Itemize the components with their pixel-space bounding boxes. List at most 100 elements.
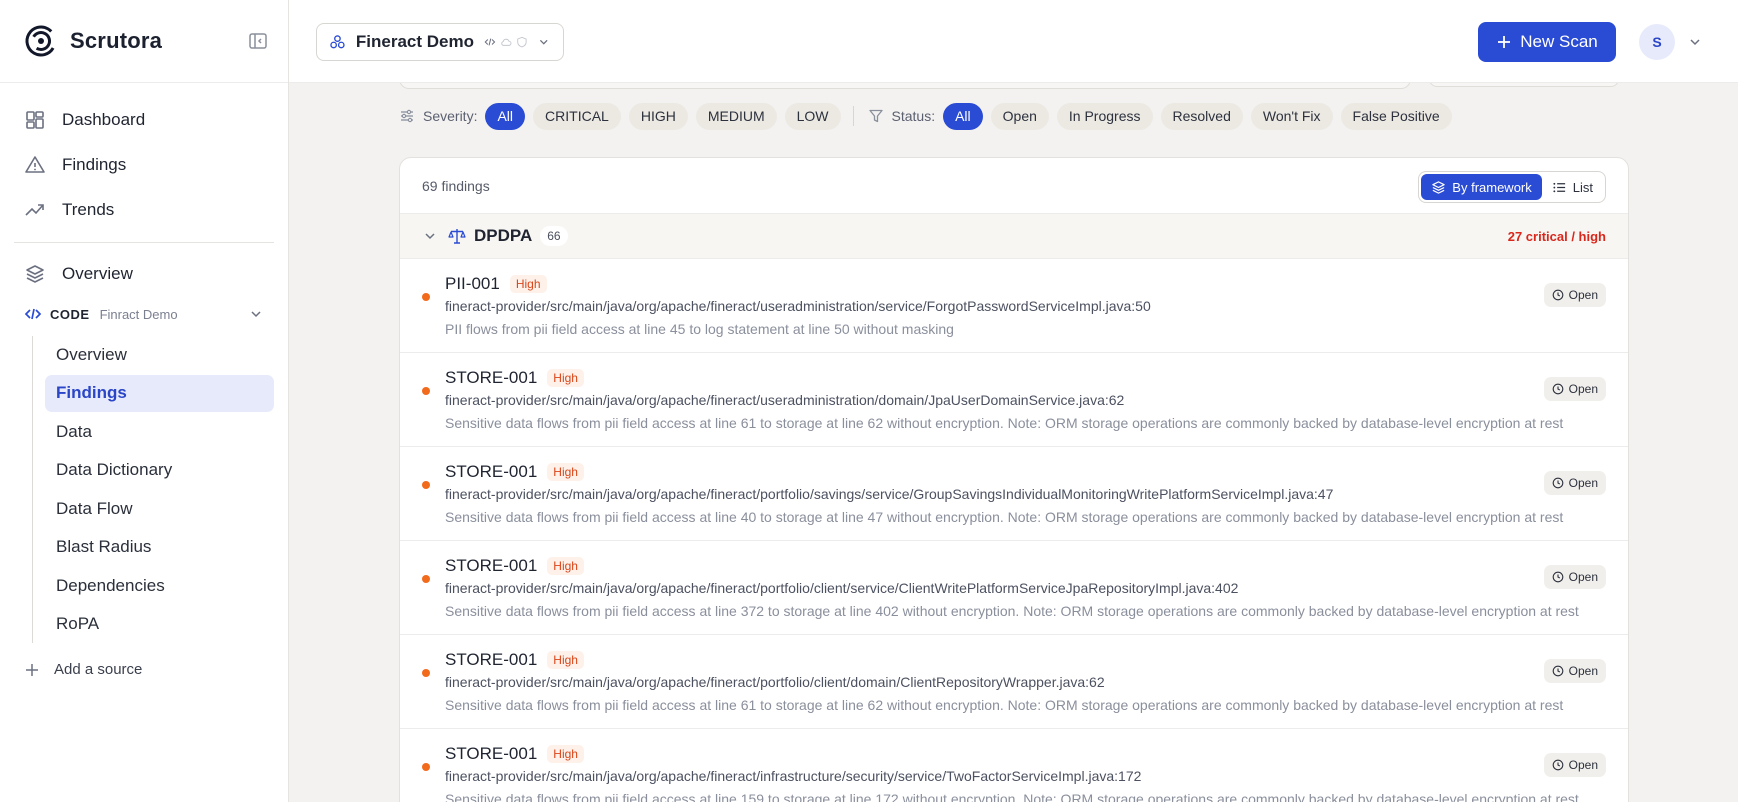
alert-triangle-icon <box>25 155 45 173</box>
chevron-down-icon[interactable] <box>422 228 438 244</box>
finding-path: fineract-provider/src/main/java/org/apac… <box>445 768 1142 784</box>
subnav-item-data-flow[interactable]: Data Flow <box>45 490 274 527</box>
new-scan-label: New Scan <box>1520 32 1598 51</box>
app-name: Scrutora <box>70 28 163 53</box>
clock-icon <box>1552 759 1563 771</box>
finding-description: Sensitive data flows from pii field acce… <box>445 697 1564 713</box>
source-code-row[interactable]: CODE Finract Demo <box>14 296 274 332</box>
status-badge[interactable]: Open <box>1543 565 1606 589</box>
plus-icon <box>26 663 38 676</box>
scrutora-logo-icon[interactable] <box>24 24 58 58</box>
source-name: Finract Demo <box>99 306 178 322</box>
filter-bar: Severity: All CRITICAL HIGH MEDIUM LOW S… <box>399 101 1460 131</box>
findings-header: 69 findings By framework List <box>400 158 1628 214</box>
finding-description: PII flows from pii field access at line … <box>445 321 954 337</box>
clock-icon <box>1552 477 1563 489</box>
search-input[interactable] <box>399 83 1411 89</box>
collapse-sidebar-icon[interactable] <box>248 31 268 51</box>
chevron-down-icon <box>540 39 549 45</box>
view-list-button[interactable]: List <box>1542 174 1603 200</box>
status-badge[interactable]: Open <box>1543 377 1606 401</box>
status-label: Open <box>1568 570 1598 584</box>
severity-chip-low[interactable]: LOW <box>784 102 841 130</box>
severity-badge: High <box>509 275 547 293</box>
finding-code: STORE-001 <box>445 556 538 575</box>
status-chip-wont-fix[interactable]: Won't Fix <box>1250 102 1333 130</box>
filter-select[interactable] <box>1429 83 1619 87</box>
finding-row[interactable]: STORE-001 High fineract-provider/src/mai… <box>400 541 1628 635</box>
main-content: Severity: All CRITICAL HIGH MEDIUM LOW S… <box>289 83 1738 802</box>
code-icon <box>24 308 42 320</box>
finding-description: Sensitive data flows from pii field acce… <box>445 415 1564 431</box>
findings-card: 69 findings By framework List DPDPA 66 2… <box>399 157 1629 802</box>
view-label: List <box>1572 179 1593 195</box>
severity-chip-high[interactable]: HIGH <box>628 102 688 130</box>
finding-row[interactable]: STORE-001 High fineract-provider/src/mai… <box>400 635 1628 729</box>
new-scan-button[interactable]: New Scan <box>1478 22 1616 62</box>
framework-count-badge: 66 <box>540 226 568 246</box>
subnav-item-data[interactable]: Data <box>45 413 274 450</box>
source-subnav: Overview Findings Data Data Dictionary D… <box>32 336 274 643</box>
status-chip-all[interactable]: All <box>943 102 983 130</box>
finding-code: STORE-001 <box>445 462 538 481</box>
finding-description: Sensitive data flows from pii field acce… <box>445 791 1579 802</box>
nav-label: Findings <box>62 154 127 174</box>
subnav-item-data-dictionary[interactable]: Data Dictionary <box>45 452 274 489</box>
status-chip-in-progress[interactable]: In Progress <box>1056 102 1153 130</box>
severity-chip-critical[interactable]: CRITICAL <box>533 102 621 130</box>
status-badge[interactable]: Open <box>1543 753 1606 777</box>
finding-description: Sensitive data flows from pii field acce… <box>445 603 1579 619</box>
filter-separator <box>852 106 854 126</box>
nav-item-trends[interactable]: Trends <box>14 187 274 232</box>
subnav-item-dependencies[interactable]: Dependencies <box>45 567 274 604</box>
view-by-framework-button[interactable]: By framework <box>1421 174 1542 200</box>
subnav-item-findings[interactable]: Findings <box>45 374 274 412</box>
nav-item-findings[interactable]: Findings <box>14 142 274 187</box>
project-selector[interactable]: Fineract Demo <box>316 23 564 61</box>
sidebar: Scrutora Dashboard Findings Trends Overv… <box>0 0 289 802</box>
chevron-down-icon[interactable] <box>1687 34 1703 50</box>
framework-group-header[interactable]: DPDPA 66 27 critical / high <box>400 214 1628 259</box>
nav-item-overview[interactable]: Overview <box>14 251 274 296</box>
subnav-item-blast-radius[interactable]: Blast Radius <box>45 529 274 566</box>
finding-row[interactable]: STORE-001 High fineract-provider/src/mai… <box>400 729 1628 802</box>
topbar: Fineract Demo New Scan S <box>289 0 1738 83</box>
scale-icon <box>448 229 466 244</box>
finding-path: fineract-provider/src/main/java/org/apac… <box>445 486 1334 502</box>
status-label: Open <box>1568 382 1598 396</box>
subnav-item-ropa[interactable]: RoPA <box>45 606 274 643</box>
severity-chip-medium[interactable]: MEDIUM <box>695 102 777 130</box>
status-badge[interactable]: Open <box>1543 659 1606 683</box>
view-label: By framework <box>1452 179 1532 195</box>
status-badge[interactable]: Open <box>1543 283 1606 307</box>
status-chip-false-positive[interactable]: False Positive <box>1340 102 1452 130</box>
status-label: Open <box>1568 664 1598 678</box>
main-nav: Dashboard Findings Trends Overview CODE … <box>0 83 288 687</box>
chevron-down-icon[interactable] <box>248 306 264 322</box>
add-source-button[interactable]: Add a source <box>14 653 274 687</box>
severity-chip-all[interactable]: All <box>485 102 526 130</box>
trend-up-icon <box>25 203 44 216</box>
view-toggle: By framework List <box>1418 171 1606 203</box>
status-label: Status: <box>891 108 936 124</box>
finding-row[interactable]: PII-001 High fineract-provider/src/main/… <box>400 259 1628 353</box>
shield-icon <box>516 36 527 48</box>
findings-count: 69 findings <box>422 177 490 194</box>
avatar[interactable]: S <box>1639 24 1675 60</box>
nav-item-dashboard[interactable]: Dashboard <box>14 97 274 142</box>
list-icon <box>1553 182 1565 192</box>
severity-dot <box>422 575 430 583</box>
finding-row[interactable]: STORE-001 High fineract-provider/src/mai… <box>400 353 1628 447</box>
add-source-label: Add a source <box>54 661 143 678</box>
filter-icon <box>868 109 883 123</box>
finding-path: fineract-provider/src/main/java/org/apac… <box>445 298 1151 314</box>
project-name: Fineract Demo <box>355 32 474 51</box>
status-chip-resolved[interactable]: Resolved <box>1160 102 1243 130</box>
critical-high-count: 27 critical / high <box>1507 228 1606 244</box>
status-chip-open[interactable]: Open <box>990 102 1049 130</box>
finding-row[interactable]: STORE-001 High fineract-provider/src/mai… <box>400 447 1628 541</box>
finding-description: Sensitive data flows from pii field acce… <box>445 509 1564 525</box>
dashboard-icon <box>26 110 44 129</box>
subnav-item-overview[interactable]: Overview <box>45 336 274 373</box>
status-badge[interactable]: Open <box>1543 471 1606 495</box>
